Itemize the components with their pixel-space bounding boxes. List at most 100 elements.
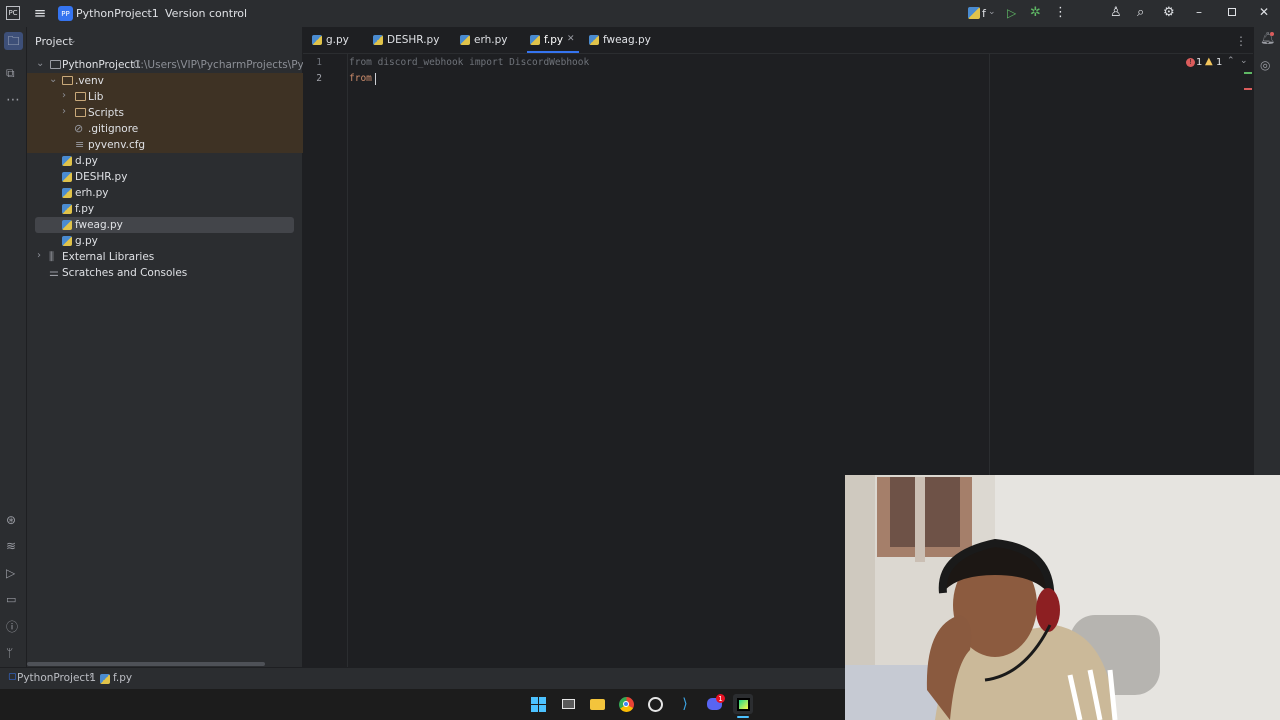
warning-icon[interactable]: ▲	[1205, 57, 1213, 67]
text-cursor	[375, 73, 376, 85]
minimize-icon[interactable]: –	[1196, 6, 1202, 18]
scrollbar-marker	[1244, 72, 1252, 74]
settings-icon[interactable]: ⚙	[1163, 6, 1175, 19]
pycharm-icon[interactable]	[733, 694, 753, 714]
tree-item[interactable]: › Lib	[27, 89, 303, 105]
close-icon[interactable]: ✕	[1259, 6, 1269, 18]
python-file-icon	[100, 674, 110, 684]
search-icon[interactable]: ⌕	[1137, 6, 1144, 19]
tab-label: f.py	[544, 34, 564, 46]
more-icon[interactable]: ⋮	[1054, 6, 1067, 19]
services-icon[interactable]: ▷	[6, 567, 15, 579]
python-file-icon	[62, 156, 72, 166]
tree-item-label: g.py	[75, 235, 98, 247]
hamburger-icon[interactable]: ≡	[32, 5, 48, 21]
chevron-down-icon: ⌄	[49, 74, 58, 85]
ignore-file-icon: ⊘	[74, 122, 84, 135]
debug-icon[interactable]: ✲	[1030, 6, 1041, 19]
chevron-down-icon[interactable]: ⌄	[1240, 57, 1248, 66]
tree-item-label: .venv	[75, 75, 104, 87]
folder-icon	[75, 92, 86, 101]
chevron-down-icon: ⌄	[36, 58, 45, 69]
tree-item-label: pyvenv.cfg	[88, 139, 146, 151]
tree-item-selected[interactable]: fweag.py	[35, 217, 294, 233]
run-icon[interactable]: ▷	[1007, 7, 1016, 19]
left-tool-strip: 🗀 ⧉ ⋯ ⊛ ≋ ▷ ▭ ⓘ ᛘ	[0, 27, 27, 667]
folder-icon	[75, 108, 86, 117]
tab-label: fweag.py	[603, 34, 651, 46]
chevron-down-icon: ⌄	[144, 7, 152, 17]
ai-assistant-icon[interactable]: ◎	[1260, 59, 1270, 71]
breadcrumb-file[interactable]: f.py	[113, 672, 132, 684]
chevron-up-icon[interactable]: ⌃	[1227, 57, 1235, 66]
tree-item[interactable]: ⚌ Scratches and Consoles	[27, 265, 303, 281]
file-explorer-icon[interactable]	[587, 694, 607, 714]
git-icon[interactable]: ᛘ	[6, 647, 13, 659]
vscode-icon[interactable]: ⟩	[675, 694, 695, 714]
tree-item[interactable]: erh.py	[27, 185, 303, 201]
line-number: 2	[316, 73, 322, 84]
tree-item-label: erh.py	[75, 187, 109, 199]
code-line-current[interactable]: from	[349, 73, 378, 84]
python-run-config-icon[interactable]	[968, 7, 980, 19]
tree-item[interactable]: d.py	[27, 153, 303, 169]
more-tools-icon[interactable]: ⋯	[6, 93, 20, 107]
task-view-icon[interactable]	[558, 694, 578, 714]
structure-icon[interactable]: ⧉	[6, 67, 15, 79]
problems-icon[interactable]: ⓘ	[6, 621, 18, 633]
tree-item[interactable]: g.py	[27, 233, 303, 249]
discord-badge: 1	[716, 694, 725, 703]
tree-item[interactable]: › Scripts	[27, 105, 303, 121]
tab-label: erh.py	[474, 34, 508, 46]
code-line[interactable]: from discord_webhook import DiscordWebho…	[349, 57, 589, 68]
python-file-icon	[62, 188, 72, 198]
app-menu-icon[interactable]: PC	[6, 6, 20, 20]
github-icon[interactable]	[645, 694, 665, 714]
terminal-icon[interactable]: ▭	[6, 594, 16, 605]
windows-start-icon[interactable]	[528, 694, 548, 714]
layers-icon[interactable]: ≋	[6, 540, 16, 552]
account-icon[interactable]: ♙	[1110, 6, 1122, 19]
tree-item[interactable]: ⌄ .venv	[27, 73, 303, 89]
notification-dot	[1270, 32, 1274, 36]
error-count: 1	[1196, 57, 1203, 68]
python-file-icon	[373, 35, 383, 45]
horizontal-scrollbar[interactable]	[27, 662, 265, 666]
tree-item-label: External Libraries	[62, 251, 155, 263]
python-file-icon	[530, 35, 540, 45]
folder-icon	[62, 76, 73, 85]
tree-item-label: fweag.py	[75, 219, 123, 231]
tree-item[interactable]: ≡ pyvenv.cfg	[27, 137, 303, 153]
tree-item-label: f.py	[75, 203, 95, 215]
pycharm-active-indicator	[737, 716, 749, 718]
project-badge: PP	[58, 6, 73, 21]
tree-item-label: DESHR.py	[75, 171, 128, 183]
scrollbar-marker	[1244, 88, 1252, 90]
project-panel-title[interactable]: Project	[35, 35, 73, 48]
root-name: PythonProject1	[62, 59, 142, 71]
chevron-right-icon: ›	[62, 106, 66, 117]
chrome-icon[interactable]	[616, 694, 636, 714]
python-file-icon	[62, 172, 72, 182]
python-packages-icon[interactable]: ⊛	[6, 514, 16, 526]
module-icon: ▢	[8, 672, 17, 682]
error-icon[interactable]: !	[1186, 58, 1195, 67]
tree-item[interactable]: DESHR.py	[27, 169, 303, 185]
tabs-more-icon[interactable]: ⋮	[1235, 35, 1247, 47]
chevron-right-icon: ›	[37, 250, 41, 261]
config-file-icon: ≡	[75, 138, 85, 151]
warning-count: 1	[1216, 57, 1223, 68]
restore-icon[interactable]	[1228, 8, 1236, 16]
project-view-icon[interactable]: 🗀	[4, 32, 23, 50]
breadcrumb-project[interactable]: PythonProject1	[17, 672, 96, 684]
tree-root[interactable]: ⌄ PythonProject1 C:\Users\VIP\PycharmPro…	[27, 57, 334, 73]
python-file-icon	[589, 35, 599, 45]
chevron-right-icon: ›	[89, 671, 93, 682]
tree-item[interactable]: ⊘ .gitignore	[27, 121, 303, 137]
close-tab-icon[interactable]: ✕	[567, 35, 575, 44]
tree-item[interactable]: f.py	[27, 201, 303, 217]
run-config-selector[interactable]: f	[982, 7, 986, 20]
tree-item[interactable]: › ⫼ External Libraries	[27, 249, 303, 265]
chevron-down-icon: ⌄	[69, 36, 77, 46]
chevron-down-icon: ⌄	[988, 7, 996, 17]
